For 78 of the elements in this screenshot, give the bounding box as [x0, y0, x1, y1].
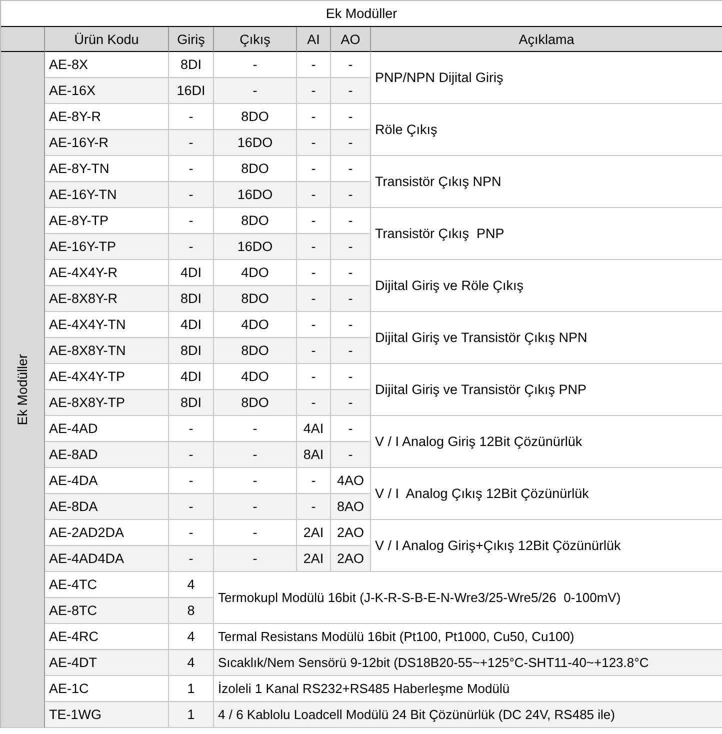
column-header: Giriş	[169, 27, 214, 52]
output-cell: 16DO	[214, 130, 297, 156]
product-code-cell: AE-8TC	[45, 598, 169, 624]
description-cell: Dijital Giriş ve Röle Çıkış	[371, 260, 722, 312]
product-code-cell: AE-16Y-TP	[45, 234, 169, 260]
ai-cell: -	[297, 494, 331, 520]
description-cell: Röle Çıkış	[371, 104, 722, 156]
ao-cell: -	[331, 182, 371, 208]
output-cell: 8DO	[214, 338, 297, 364]
output-cell: 16DO	[214, 234, 297, 260]
description-cell: Transistör Çıkış PNP	[371, 208, 722, 260]
input-cell: -	[169, 130, 214, 156]
input-cell: 16DI	[169, 78, 214, 104]
description-cell: V / I Analog Çıkış 12Bit Çözünürlük	[371, 468, 722, 520]
product-code-cell: AE-16Y-TN	[45, 182, 169, 208]
description-cell: 4 / 6 Kablolu Loadcell Modülü 24 Bit Çözünürlük (DC 24V, RS485 ile)	[214, 702, 722, 728]
product-code-cell: AE-4AD4DA	[45, 546, 169, 572]
ao-cell: 8AO	[331, 494, 371, 520]
product-code-cell: AE-8DA	[45, 494, 169, 520]
description-cell: V / I Analog Giriş+Çıkış 12Bit Çözünürlük	[371, 520, 722, 572]
description-cell: PNP/NPN Dijital Giriş	[371, 52, 722, 104]
column-header: AI	[297, 27, 331, 52]
input-cell: -	[169, 442, 214, 468]
table-title: Ek Modüller	[1, 0, 722, 27]
input-cell: 8DI	[169, 286, 214, 312]
side-header-cell: Ek Modüller	[1, 52, 45, 728]
input-cell: 1	[169, 702, 214, 728]
output-cell: -	[214, 546, 297, 572]
ai-cell: -	[297, 234, 331, 260]
input-cell: -	[169, 546, 214, 572]
product-code-cell: AE-8AD	[45, 442, 169, 468]
column-header: Ürün Kodu	[45, 27, 169, 52]
product-code-cell: AE-8X8Y-TP	[45, 390, 169, 416]
column-header: AO	[331, 27, 371, 52]
product-code-cell: TE-1WG	[45, 702, 169, 728]
output-cell: -	[214, 442, 297, 468]
ai-cell: -	[297, 130, 331, 156]
ao-cell: -	[331, 130, 371, 156]
product-code-cell: AE-16X	[45, 78, 169, 104]
product-code-cell: AE-16Y-R	[45, 130, 169, 156]
input-cell: 8DI	[169, 390, 214, 416]
description-cell: Dijital Giriş ve Transistör Çıkış PNP	[371, 364, 722, 416]
ao-cell: 2AO	[331, 546, 371, 572]
output-cell: -	[214, 78, 297, 104]
ai-cell: -	[297, 182, 331, 208]
description-cell: Sıcaklık/Nem Sensörü 9-12bit (DS18B20-55~+125°C-SHT11-40~+123.8°C	[214, 650, 722, 676]
ai-cell: 2AI	[297, 546, 331, 572]
header-corner-cell	[1, 27, 45, 52]
ao-cell: -	[331, 78, 371, 104]
output-cell: 16DO	[214, 182, 297, 208]
ai-cell: 8AI	[297, 442, 331, 468]
description-cell: Transistör Çıkış NPN	[371, 156, 722, 208]
ai-cell: -	[297, 338, 331, 364]
ai-cell: -	[297, 78, 331, 104]
description-cell: Termokupl Modülü 16bit (J-K-R-S-B-E-N-Wre3/25-Wre5/26 0-100mV)	[214, 572, 722, 624]
ao-cell: -	[331, 338, 371, 364]
description-cell: V / I Analog Giriş 12Bit Çözünürlük	[371, 416, 722, 468]
output-cell: 8DO	[214, 286, 297, 312]
input-cell: -	[169, 182, 214, 208]
input-cell: 8	[169, 598, 214, 624]
input-cell: -	[169, 494, 214, 520]
output-cell: 8DO	[214, 390, 297, 416]
input-cell: 8DI	[169, 338, 214, 364]
description-cell: Dijital Giriş ve Transistör Çıkış NPN	[371, 312, 722, 364]
product-code-cell: AE-4DT	[45, 650, 169, 676]
ai-cell: -	[297, 286, 331, 312]
column-header: Açıklama	[371, 27, 722, 52]
ao-cell: -	[331, 390, 371, 416]
ai-cell: -	[297, 390, 331, 416]
ao-cell: -	[331, 286, 371, 312]
input-cell: 4	[169, 650, 214, 676]
product-code-cell: AE-8X8Y-R	[45, 286, 169, 312]
ao-cell: -	[331, 442, 371, 468]
ao-cell: -	[331, 234, 371, 260]
input-cell: -	[169, 234, 214, 260]
column-header: Çıkış	[214, 27, 297, 52]
output-cell: -	[214, 494, 297, 520]
product-code-cell: AE-8X8Y-TN	[45, 338, 169, 364]
